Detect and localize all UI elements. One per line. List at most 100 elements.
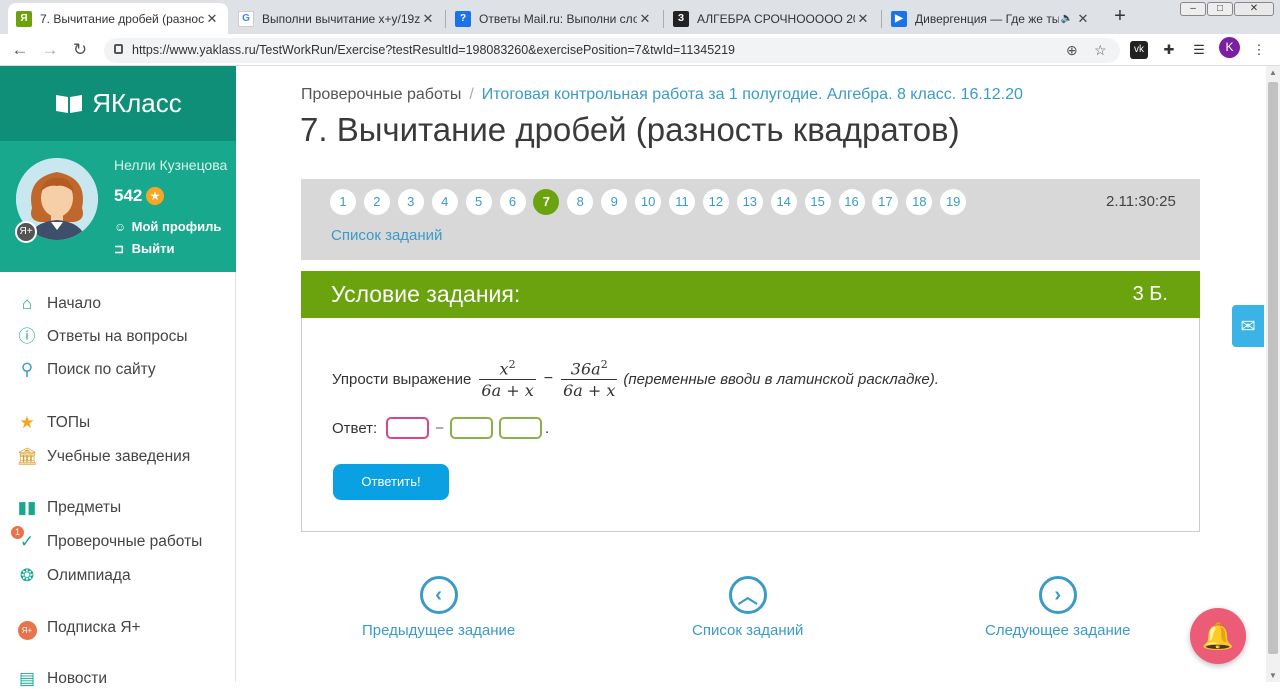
browser-tab-4[interactable]: З АЛГЕБРА СРОЧНООООО 20 БА ✕ [665,3,879,34]
answer-input-2[interactable] [450,417,493,439]
browser-tabstrip: Я 7. Вычитание дробей (разност ✕ G Выпол… [0,0,1280,34]
close-tab-icon[interactable]: ✕ [204,11,220,27]
user-name[interactable]: Нелли Кузнецова [114,157,227,173]
sidebar-item-label: Учебные заведения [47,448,191,465]
next-task-label: Следующее задание [985,622,1131,639]
answer-end-dot: . [545,419,550,437]
browser-tab-5[interactable]: ▶ Дивергенция — Где же ты 🔈 ✕ [883,3,1099,34]
submit-answer-button[interactable]: Ответить! [333,464,449,500]
fraction-1-denominator: 6a + x [479,379,536,401]
task-number-16[interactable]: 16 [838,189,865,215]
task-number-19[interactable]: 19 [940,189,967,215]
task-number-5[interactable]: 5 [465,189,492,215]
scrollbar-thumb[interactable] [1268,82,1278,654]
task-number-8[interactable]: 8 [567,189,594,215]
next-task-button[interactable]: › Следующее задание [985,576,1130,639]
task-number-7[interactable]: 7 [533,189,560,215]
scroll-down-icon[interactable]: ▼ [1266,671,1280,680]
sidebar-item-schools[interactable]: 🏛 Учебные заведения [16,447,190,467]
sidebar-item-tests[interactable]: ✓ 1 Проверочные работы [11,526,202,552]
answer-input-1[interactable] [386,417,430,439]
task-number-12[interactable]: 12 [702,189,729,215]
news-icon: ▤ [18,669,36,688]
page-title: 7. Вычитание дробей (разность квадратов) [300,111,960,148]
tab-title: Ответы Mail.ru: Выполни слож [479,11,637,26]
profile-avatar[interactable]: K [1219,37,1240,58]
tab-title: Дивергенция — Где же ты [915,11,1059,26]
vk-extension-icon[interactable]: vk [1130,41,1148,59]
breadcrumb: Проверочные работы / Итоговая контрольная … [301,86,1023,104]
close-window-button[interactable]: ✕ [1234,2,1274,16]
sidebar-item-label: Предметы [47,499,122,516]
maximize-button[interactable]: □ [1207,2,1233,16]
search-icon: ⚲ [20,360,34,379]
bookmark-star-icon[interactable]: ☆ [1094,42,1107,59]
sidebar: ЯКласс Я+ Нелли Кузнецова 542 ★ ☺ Мой пр… [0,66,236,688]
chevron-left-icon: ‹ [419,576,458,614]
minus-sign: − [543,370,554,388]
task-number-11[interactable]: 11 [669,189,695,215]
answer-input-3[interactable] [499,417,542,439]
condition-body: Упрости выражение x2 6a + x − 36a2 6a + … [301,318,1200,532]
task-number-1[interactable]: 1 [330,189,356,215]
task-number-14[interactable]: 14 [770,189,797,215]
browser-toolbar: ← → ↻ https://www.yaklass.ru/TestWorkRun… [0,34,1280,66]
sidebar-item-label: Новости [47,670,108,687]
task-number-2[interactable]: 2 [363,189,390,215]
sidebar-item-olympiad[interactable]: ❂ Олимпиада [16,566,131,586]
question-icon: ⓘ [18,327,36,346]
breadcrumb-root[interactable]: Проверочные работы [301,86,461,103]
breadcrumb-current[interactable]: Итоговая контрольная работа за 1 полугод… [482,86,1023,103]
new-tab-button[interactable]: + [1108,5,1132,29]
extensions-puzzle-icon[interactable]: ✚ [1160,41,1178,59]
task-number-13[interactable]: 13 [736,189,763,215]
forward-arrow-icon[interactable]: → [40,40,60,60]
page-scrollbar[interactable]: ▲ ▼ [1266,66,1280,682]
speaker-icon[interactable]: 🔈 [1059,13,1075,24]
task-list-link[interactable]: Список заданий [331,227,442,244]
sidebar-item-home[interactable]: ⌂ Начало [16,294,101,314]
sidebar-item-subscription[interactable]: Я+ Подписка Я+ [16,618,141,640]
close-tab-icon[interactable]: ✕ [420,11,436,27]
menu-dots-icon[interactable]: ⋮ [1250,41,1268,59]
sidebar-item-label: Олимпиада [47,567,131,584]
browser-tab-2[interactable]: G Выполни вычитание x+y/19z- ✕ [230,3,444,34]
address-bar[interactable]: https://www.yaklass.ru/TestWorkRun/Exerc… [104,38,1120,63]
url-text[interactable]: https://www.yaklass.ru/TestWorkRun/Exerc… [132,43,735,57]
browser-tab-3[interactable]: ? Ответы Mail.ru: Выполни слож ✕ [447,3,661,34]
task-number-6[interactable]: 6 [499,189,526,215]
prev-task-button[interactable]: ‹ Предыдущее задание [362,576,515,639]
notification-bell-icon[interactable]: 🔔 [1190,608,1246,664]
close-tab-icon[interactable]: ✕ [637,11,653,27]
task-number-4[interactable]: 4 [431,189,458,215]
mail-icon[interactable]: ✉ [1232,305,1264,347]
task-number-18[interactable]: 18 [906,189,933,215]
task-number-17[interactable]: 17 [872,189,899,215]
sidebar-item-subjects[interactable]: ▮▮ Предметы [16,498,121,518]
znanija-favicon-icon: З [673,10,689,27]
logo[interactable]: ЯКласс [0,66,236,141]
scroll-up-icon[interactable]: ▲ [1266,68,1280,77]
task-number-9[interactable]: 9 [601,189,628,215]
task-number-15[interactable]: 15 [804,189,831,215]
back-arrow-icon[interactable]: ← [10,40,30,60]
medal-icon: ❂ [19,566,35,585]
browser-tab-1[interactable]: Я 7. Вычитание дробей (разност ✕ [8,3,228,34]
close-tab-icon[interactable]: ✕ [1075,11,1091,27]
task-number-3[interactable]: 3 [397,189,424,215]
sidebar-item-answers[interactable]: ⓘ Ответы на вопросы [16,327,188,347]
sidebar-item-search[interactable]: ⚲ Поиск по сайту [16,360,156,380]
book-icon: ▮▮ [17,498,37,517]
close-tab-icon[interactable]: ✕ [855,11,871,27]
reload-icon[interactable]: ↻ [70,40,90,60]
minimize-button[interactable]: – [1180,2,1206,16]
add-icon[interactable]: ⊕ [1066,42,1078,59]
profile-link[interactable]: ☺ Мой профиль [114,219,221,234]
logout-link[interactable]: ⊐ Выйти [114,241,174,256]
task-number-10[interactable]: 10 [635,189,662,215]
sidebar-item-news[interactable]: ▤ Новости [16,669,107,689]
reading-list-icon[interactable]: ☰ [1190,41,1208,59]
timer: 2.11:30:25 [1106,193,1176,210]
sidebar-item-tops[interactable]: ★ ТОПы [16,413,90,433]
task-list-button[interactable]: ︿ Список заданий [692,576,803,639]
